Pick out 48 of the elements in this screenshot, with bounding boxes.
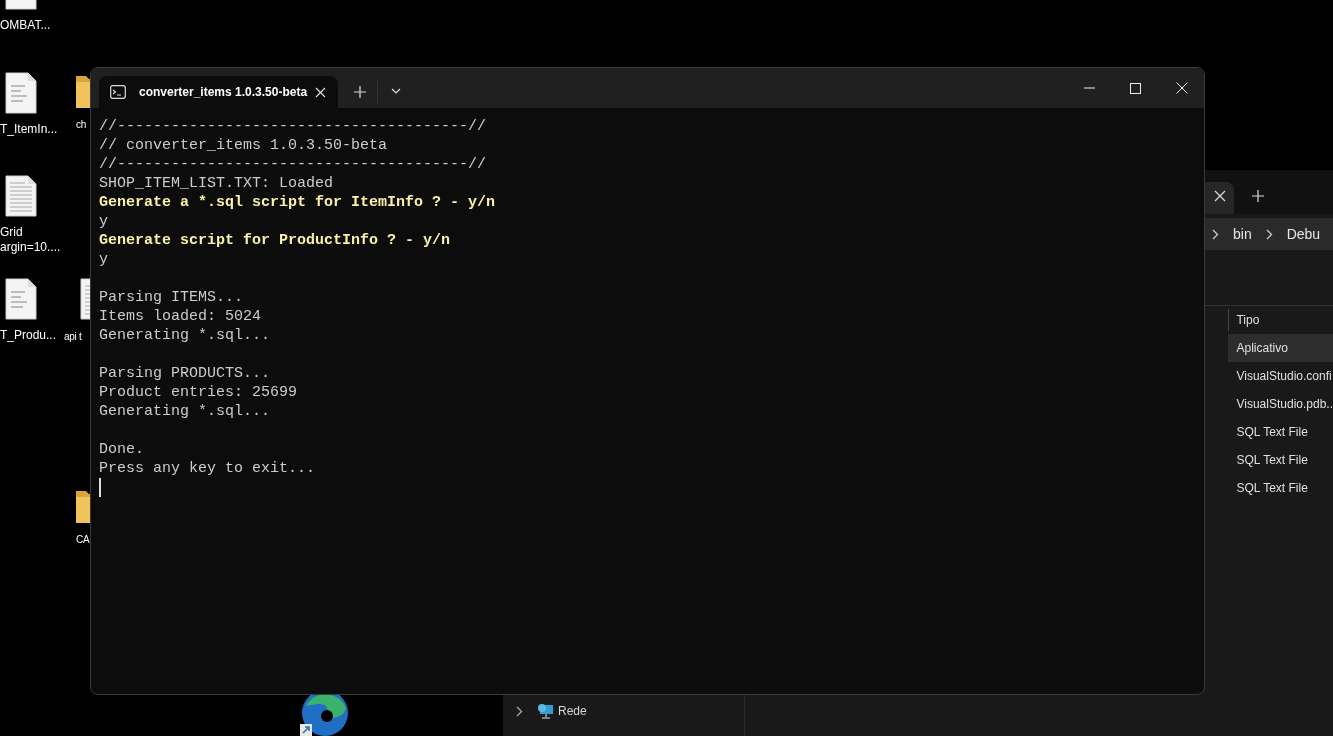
new-tab-icon[interactable] [1252,190,1264,202]
terminal-line: Generating *.sql... [99,402,272,421]
file-row[interactable]: Aplicativo [1228,334,1333,362]
close-icon[interactable] [315,86,326,98]
prompt-line: Generate a *.sql script for ItemInfo ? - y/n [99,193,497,212]
close-icon[interactable] [1176,82,1188,94]
breadcrumb-item[interactable]: Debu [1286,226,1321,242]
terminal-line: // converter_items 1.0.3.50-beta [99,136,389,155]
icon-label: Grid argin=10.... [0,225,61,255]
close-icon[interactable] [1214,190,1226,202]
file-row[interactable]: SQL Text File [1228,418,1333,446]
terminal-line: //---------------------------------------// [99,155,488,174]
terminal-line: //---------------------------------------// [99,117,488,136]
prompt-line: Generate script for ProductInfo ? - y/n [99,231,452,250]
chevron-icon[interactable] [1212,228,1219,240]
chevron-icon[interactable] [1265,228,1273,240]
chevron-icon[interactable] [516,705,523,717]
terminal-line: Generating *.sql... [99,326,272,345]
network-icon [537,703,554,719]
address-bar[interactable]: bin Debu [1204,218,1333,250]
icon-label: OMBAT... [0,18,51,33]
terminal-line: Product entries: 25699 [99,383,299,402]
maximize-icon[interactable] [1130,82,1141,94]
explorer-tab[interactable] [1204,182,1234,214]
terminal-line: y [99,212,109,231]
terminal-line: Items loaded: 5024 [99,307,263,326]
icon-label: T_Produ... [0,328,57,343]
icon-label: ch [76,118,86,132]
column-header[interactable]: Tipo [1228,309,1333,331]
terminal-line: Parsing PRODUCTS... [99,364,272,383]
terminal-line: Press any key to exit... [99,459,317,478]
file-row[interactable]: VisualStudio.confi [1228,362,1333,390]
nav-item[interactable]: Rede [503,699,745,723]
terminal-line: SHOP_ITEM_LIST.TXT: Loaded [99,174,335,193]
dropdown-icon[interactable] [391,88,401,94]
breadcrumb-item[interactable]: bin [1233,226,1252,242]
terminal-line: Done. [99,440,145,459]
terminal-tab[interactable]: converter_items 1.0.3.50-beta [99,76,338,108]
file-row[interactable]: SQL Text File [1228,474,1333,502]
terminal-line: y [99,250,109,269]
file-row[interactable]: SQL Text File [1228,446,1333,474]
new-tab-icon[interactable] [354,86,366,98]
icon-label: CA [76,533,90,547]
icon-label: T_ItemIn... [0,122,58,137]
terminal-line: Parsing ITEMS... [99,288,245,307]
terminal-icon [110,85,126,99]
file-row[interactable]: VisualStudio.pdb.. [1228,390,1333,418]
icon-label: api t [64,330,82,344]
